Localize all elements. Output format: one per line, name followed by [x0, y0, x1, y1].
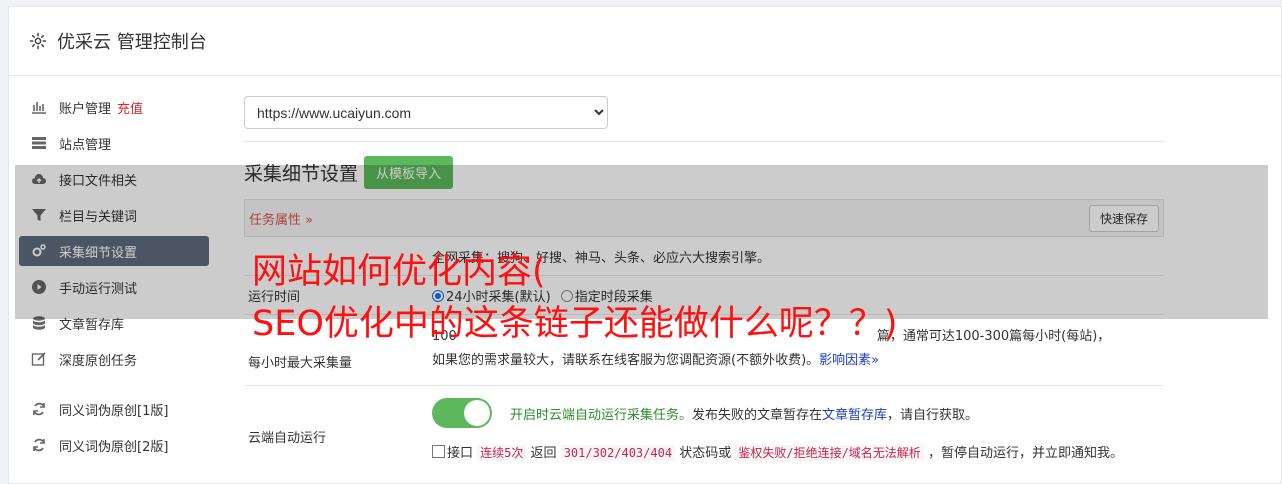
cloud-run-label: 云端自动运行 [248, 430, 327, 446]
cloud-run-row: 云端自动运行 开启时云端自动运行采集任务。发布失败的文章暂存在文章暂存库，请自行… [244, 386, 1164, 476]
article-store-link[interactable]: 文章暂存库 [822, 408, 887, 423]
overlay-line-2: SEO优化中的这条链子还能做什么呢？？) [252, 304, 898, 344]
server-icon [32, 137, 46, 149]
divider [244, 141, 1164, 142]
cloud-run-toggle[interactable] [432, 398, 492, 428]
gear-icon [29, 32, 47, 50]
sidebar-item-synonym-v2[interactable]: 同义词伪原创[2版] [19, 430, 209, 460]
page-title: 优采云 管理控制台 [57, 32, 207, 53]
sidebar-item-label: 账户管理 [59, 101, 112, 117]
recharge-link[interactable]: 充值 [117, 98, 143, 117]
cloud-run-desc: 开启时云端自动运行采集任务。 [510, 407, 693, 423]
overlay-title: 网站如何优化内容( SEO优化中的这条链子还能做什么呢？？) [252, 246, 1282, 350]
sidebar-item-sites[interactable]: 站点管理 [19, 128, 209, 158]
refresh-icon [33, 402, 45, 416]
sidebar-item-label: 深度原创任务 [59, 353, 138, 369]
sidebar-item-label: 同义词伪原创[1版] [59, 403, 169, 419]
max-collect-note: 如果您的需求量较大，请联系在线客服为您调配资源(不额外收费)。 [432, 353, 820, 368]
sidebar-item-synonym-v1[interactable]: 同义词伪原创[1版] [19, 394, 209, 424]
header: 优采云 管理控制台 [9, 7, 1281, 76]
bar-chart-icon [32, 102, 46, 114]
refresh-icon [33, 438, 45, 452]
edit-icon [31, 352, 46, 366]
site-select[interactable]: https://www.ucaiyun.com [244, 96, 608, 129]
sidebar-item-label: 站点管理 [59, 137, 112, 153]
sidebar-item-account[interactable]: 账户管理 充值 [19, 92, 209, 122]
pause-notify-checkbox[interactable]: 接口 [432, 445, 473, 461]
sidebar-item-deep-original[interactable]: 深度原创任务 [19, 344, 209, 374]
factors-link[interactable]: 影响因素» [819, 353, 879, 368]
overlay-line-1: 网站如何优化内容( [252, 252, 546, 292]
sidebar-item-label: 同义词伪原创[2版] [59, 439, 169, 455]
